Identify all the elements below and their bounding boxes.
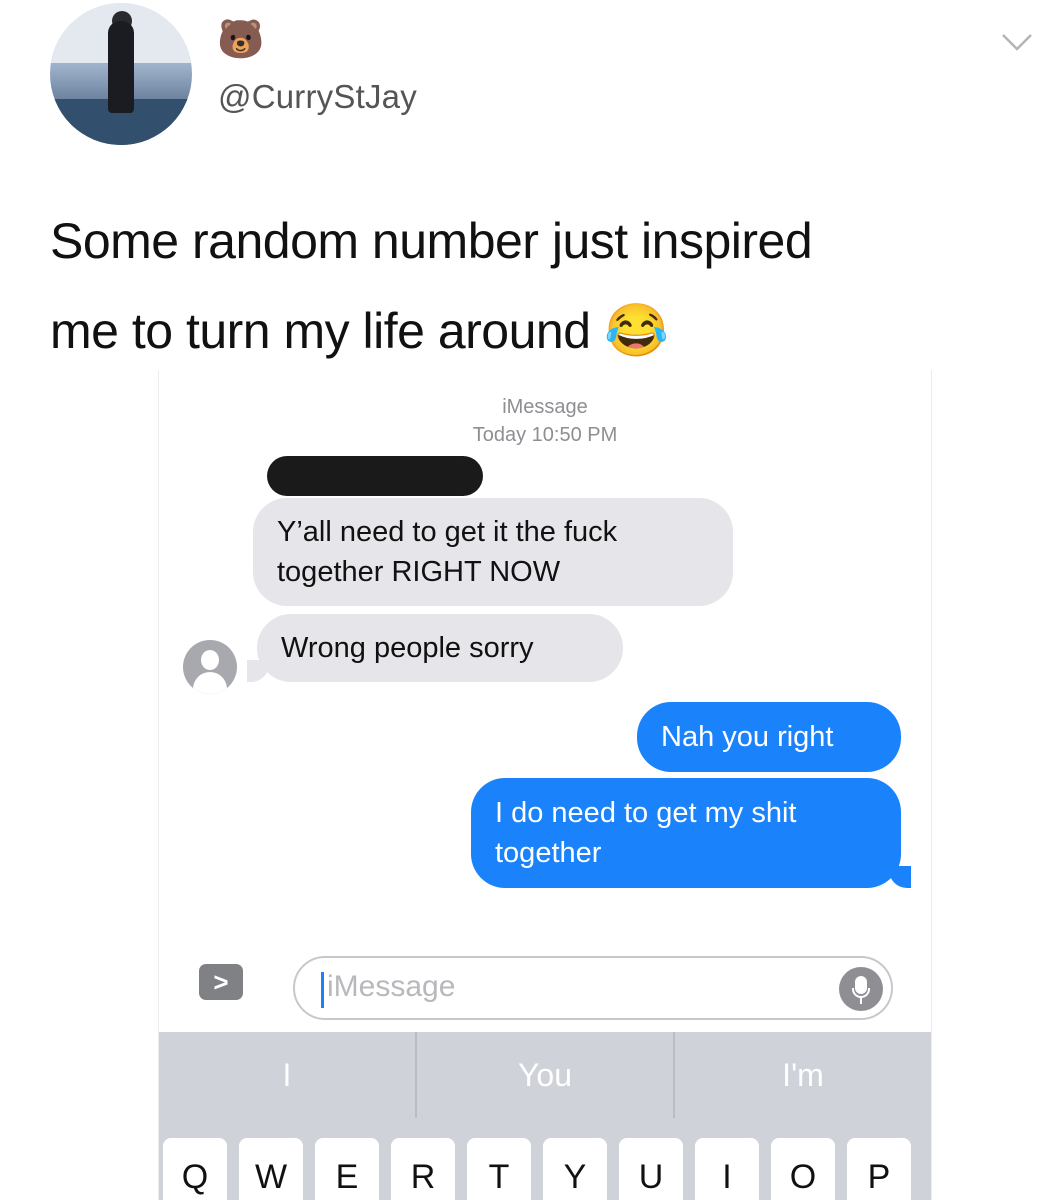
keyboard: Q W E R T Y U I O P — [159, 1118, 931, 1200]
message-text: Nah you right — [661, 721, 834, 753]
received-message-bubble: Y’all need to get it the fuck together R… — [253, 498, 733, 606]
message-input[interactable]: iMessage — [293, 956, 893, 1020]
key-i[interactable]: I — [695, 1138, 759, 1200]
message-text: Wrong people sorry — [281, 632, 534, 664]
key-e[interactable]: E — [315, 1138, 379, 1200]
key-y[interactable]: Y — [543, 1138, 607, 1200]
sent-message-bubble: Nah you right — [637, 702, 901, 772]
contact-icon[interactable] — [183, 640, 237, 694]
microphone-icon-stand — [852, 988, 870, 998]
message-text-line-1: Y’all need to get it the fuck — [277, 516, 618, 548]
message-input-placeholder: iMessage — [327, 970, 456, 1003]
key-q[interactable]: Q — [163, 1138, 227, 1200]
contact-icon-body — [193, 672, 227, 694]
tweet-text: Some random number just inspired me to t… — [50, 196, 1010, 376]
service-label: iMessage — [502, 396, 588, 418]
user-handle[interactable]: @CurryStJay — [218, 78, 417, 116]
tweet-text-line-2-words: me to turn my life around — [50, 303, 591, 359]
key-p[interactable]: P — [847, 1138, 911, 1200]
microphone-icon-base — [860, 998, 862, 1004]
received-message-bubble: Wrong people sorry — [247, 614, 623, 682]
microphone-icon[interactable] — [839, 967, 883, 1011]
sent-message-bubble: I do need to get my shit together — [471, 778, 911, 888]
key-w[interactable]: W — [239, 1138, 303, 1200]
prediction-suggestion[interactable]: I'm — [675, 1032, 931, 1118]
key-r[interactable]: R — [391, 1138, 455, 1200]
key-t[interactable]: T — [467, 1138, 531, 1200]
bubble-tail — [889, 866, 911, 888]
bubble-tail — [247, 660, 269, 682]
tweet-text-line-1: Some random number just inspired — [50, 213, 813, 269]
chevron-down-icon[interactable] — [1000, 30, 1034, 54]
key-u[interactable]: U — [619, 1138, 683, 1200]
predictive-text-bar: I You I'm — [159, 1032, 931, 1118]
message-timestamp: Today 10:50 PM — [472, 424, 618, 446]
laughing-emoji: 😂 — [603, 302, 669, 360]
display-name-emoji: 🐻 — [217, 19, 265, 61]
tweet-text-line-2: me to turn my life around 😂 — [50, 286, 1010, 376]
prediction-suggestion[interactable]: I — [159, 1032, 417, 1118]
apps-icon[interactable]: > — [199, 964, 243, 1000]
message-text-line-1: I do need to get my shit — [495, 797, 797, 829]
avatar-person — [108, 21, 134, 113]
key-o[interactable]: O — [771, 1138, 835, 1200]
profile-avatar[interactable] — [50, 3, 192, 145]
redacted-sender-name — [267, 456, 483, 496]
text-cursor — [321, 972, 324, 1008]
prediction-suggestion[interactable]: You — [417, 1032, 675, 1118]
contact-icon-head — [201, 650, 219, 670]
imessage-screenshot: iMessage Today 10:50 PM Y’all need to ge… — [158, 370, 932, 1200]
message-text-line-2: together RIGHT NOW — [277, 556, 561, 588]
message-text-line-2: together — [495, 837, 602, 869]
